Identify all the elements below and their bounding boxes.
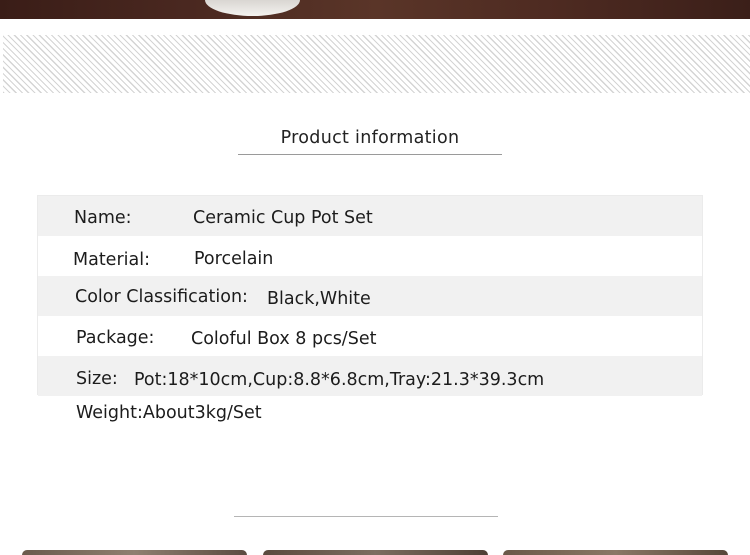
product-thumbnail-2: [263, 550, 488, 555]
info-row-size: Size: Pot:18*10cm,Cup:8.8*6.8cm,Tray:21.…: [38, 356, 702, 396]
section-title: Product information: [280, 128, 460, 148]
product-thumbnail-1: [22, 550, 247, 555]
info-value-color: Black,White: [267, 289, 371, 309]
info-value-size: Pot:18*10cm,Cup:8.8*6.8cm,Tray:21.3*39.3…: [134, 370, 545, 390]
info-label-material: Material:: [73, 250, 150, 270]
teacup-edge-image: [205, 0, 300, 16]
weight-line: Weight:About3kg/Set: [76, 403, 262, 423]
info-value-material: Porcelain: [194, 249, 274, 269]
diagonal-stripe-divider: [3, 35, 750, 93]
info-value-name: Ceramic Cup Pot Set: [193, 208, 373, 228]
info-row-package: Package: Coloful Box 8 pcs/Set: [38, 316, 702, 356]
info-row-material: Material: Porcelain: [38, 236, 702, 276]
top-product-photo: [0, 0, 750, 19]
bottom-divider: [234, 516, 498, 517]
info-label-package: Package:: [76, 328, 155, 348]
info-label-size: Size:: [76, 369, 118, 389]
info-row-name: Name: Ceramic Cup Pot Set: [38, 196, 702, 236]
info-row-color: Color Classification: Black,White: [38, 276, 702, 316]
product-info-table: Name: Ceramic Cup Pot Set Material: Porc…: [37, 195, 703, 396]
product-thumbnail-3: [503, 550, 728, 555]
info-label-name: Name:: [74, 208, 132, 228]
info-value-package: Coloful Box 8 pcs/Set: [191, 329, 377, 349]
info-label-color: Color Classification:: [75, 287, 248, 307]
section-title-underline: [238, 154, 502, 155]
